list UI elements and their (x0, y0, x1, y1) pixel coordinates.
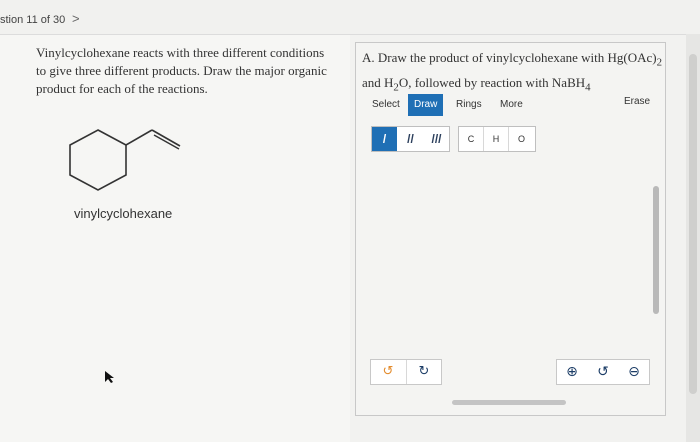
question-text: Vinylcyclohexane reacts with three diffe… (36, 45, 327, 96)
molecule-label: vinylcyclohexane (74, 206, 173, 221)
page-scrollbar-thumb[interactable] (689, 54, 697, 394)
redo-icon[interactable]: ↻ (406, 360, 441, 384)
question-counter: stion 11 of 30 (0, 14, 66, 26)
page-scrollbar[interactable] (686, 34, 700, 442)
double-bond-button[interactable]: // (398, 127, 423, 151)
top-bar: stion 11 of 30 > (0, 0, 700, 35)
part-a-line2b: O, followed by reaction with NaBH (398, 74, 586, 90)
erase-button[interactable]: Erase (624, 96, 650, 107)
mouse-cursor-icon (105, 371, 114, 383)
vinyl-single-bond (125, 129, 153, 146)
atom-carbon-button[interactable]: C (459, 127, 484, 151)
zoom-out-icon[interactable]: ⊖ (619, 360, 649, 384)
zoom-in-icon[interactable]: ⊕ (557, 360, 587, 384)
tab-more[interactable]: More (494, 94, 529, 116)
part-a-line2a: and H (362, 74, 394, 90)
triple-bond-button[interactable]: /// (424, 127, 449, 151)
cyclohexane-ring (69, 129, 127, 191)
vinyl-double-bond-a (151, 129, 181, 147)
canvas-horizontal-scrollbar[interactable] (452, 400, 566, 405)
single-bond-button[interactable]: / (372, 127, 397, 151)
tab-rings[interactable]: Rings (450, 94, 488, 116)
part-a-line1: A. Draw the product of vinylcyclohexane … (362, 50, 657, 65)
drawing-canvas[interactable] (366, 156, 656, 356)
part-a-sub3: 4 (585, 81, 591, 94)
atom-hydrogen-button[interactable]: H (484, 127, 509, 151)
atom-oxygen-button[interactable]: O (509, 127, 534, 151)
history-controls: ↺ ↻ (370, 359, 442, 385)
zoom-controls: ⊕ ↺ ⊖ (556, 359, 650, 385)
tab-select[interactable]: Select (366, 94, 406, 116)
vinyl-double-bond-b (153, 134, 180, 150)
canvas-vertical-scrollbar[interactable] (653, 186, 659, 314)
vinylcyclohexane-structure (69, 129, 181, 191)
bond-toolbar: / // /// (371, 126, 450, 152)
tab-draw[interactable]: Draw (408, 94, 444, 116)
reset-view-icon[interactable]: ↺ (588, 360, 618, 384)
part-a-sub1: 2 (656, 56, 662, 69)
undo-icon[interactable]: ↺ (371, 360, 405, 384)
next-question-icon[interactable]: > (72, 11, 80, 26)
atom-toolbar: C H O (458, 126, 536, 152)
part-a-prompt: A. Draw the product of vinylcyclohexane … (362, 48, 662, 97)
